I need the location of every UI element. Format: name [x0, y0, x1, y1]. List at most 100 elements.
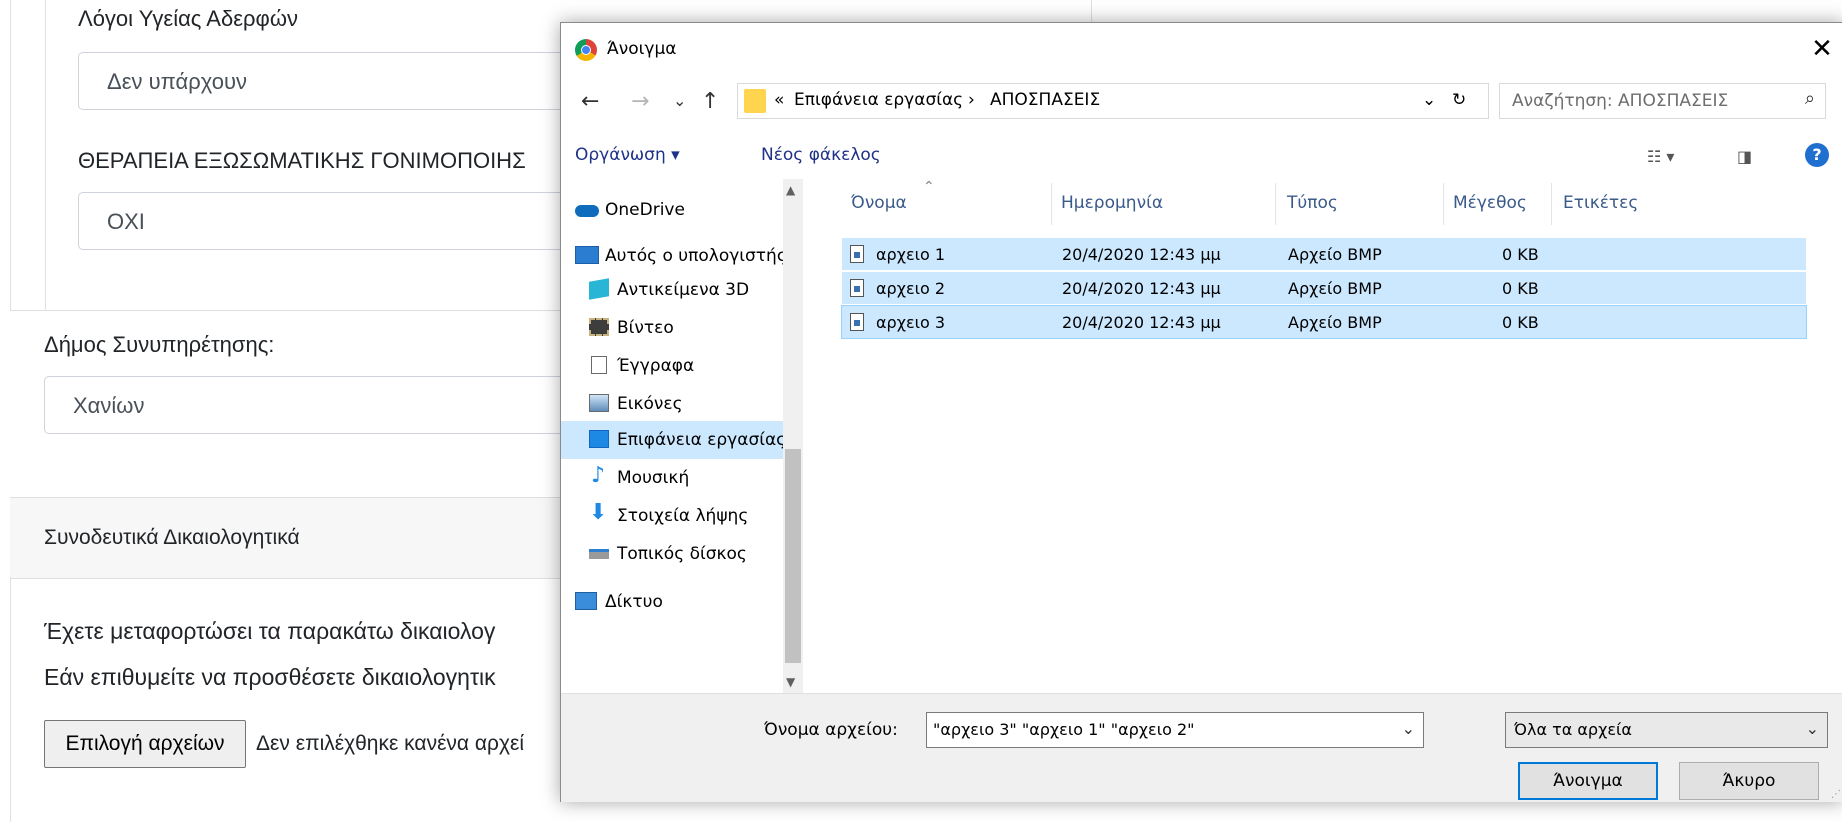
bmp-file-icon	[850, 313, 864, 331]
music-icon: ♪	[591, 463, 606, 488]
dialog-titlebar[interactable]: Άνοιγμα ✕	[561, 23, 1842, 75]
file-open-dialog: Άνοιγμα ✕ ← → ⌄ ↑ « Επιφάνεια εργασίας ›…	[560, 22, 1842, 802]
file-name: αρχειο 1	[876, 245, 946, 264]
cancel-button[interactable]: Άκυρο	[1679, 762, 1819, 800]
file-list: ⌃ Όνομα Ημερομηνία Τύπος Μέγεθος Ετικέτε…	[803, 179, 1842, 693]
scroll-up-icon[interactable]: ▲	[786, 183, 795, 197]
up-arrow-icon[interactable]: ↑	[701, 89, 719, 114]
folder-icon	[744, 89, 766, 113]
ivf-label: ΘΕΡΑΠΕΙΑ ΕΞΩΣΩΜΑΤΙΚΗΣ ΓΟΝΙΜΟΠΟΙΗΣ	[78, 148, 526, 173]
column-header-tags[interactable]: Ετικέτες	[1563, 193, 1638, 213]
preview-pane-icon[interactable]: ◨	[1737, 147, 1752, 166]
tree-item-label: Έγγραφα	[617, 356, 695, 376]
tree-item-local-disk[interactable]: Τοπικός δίσκος	[561, 535, 783, 573]
download-icon: ⬇	[589, 500, 608, 525]
chrome-icon	[575, 39, 597, 61]
scrollbar-thumb[interactable]	[785, 449, 801, 663]
file-row[interactable]: αρχειο 2 20/4/2020 12:43 μμ Αρχείο BMP 0…	[841, 271, 1807, 305]
file-type: Αρχείο BMP	[1288, 313, 1382, 332]
tree-item-3d-objects[interactable]: Αντικείμενα 3D	[561, 271, 783, 309]
address-dropdown-icon[interactable]: ⌄	[1422, 90, 1436, 110]
column-separator	[1275, 183, 1276, 225]
tree-item-label: Εικόνες	[617, 394, 683, 414]
search-icon[interactable]: ⌕	[1805, 88, 1815, 109]
filename-value: "αρχειο 3" "αρχειο 1" "αρχειο 2"	[933, 720, 1195, 739]
file-row[interactable]: αρχειο 1 20/4/2020 12:43 μμ Αρχείο BMP 0…	[841, 237, 1807, 271]
recent-locations-icon[interactable]: ⌄	[673, 91, 686, 110]
dialog-toolbar: Οργάνωση ▾ Νέος φάκελος ☷ ▾ ◨ ?	[561, 133, 1842, 179]
resize-grip-icon[interactable]: ⋰	[1831, 789, 1841, 800]
municipality-label: Δήμος Συνυπηρέτησης:	[44, 332, 275, 357]
tree-item-pictures[interactable]: Εικόνες	[561, 385, 783, 423]
filename-input[interactable]: "αρχειο 3" "αρχειο 1" "αρχειο 2" ⌄	[926, 712, 1424, 748]
column-header-type[interactable]: Τύπος	[1287, 193, 1338, 213]
breadcrumb-aposp[interactable]: ΑΠΟΣΠΑΣΕΙΣ	[990, 90, 1100, 110]
computer-icon	[575, 246, 599, 264]
film-icon	[589, 318, 609, 336]
view-options-icon[interactable]: ☷ ▾	[1647, 147, 1674, 166]
file-size: 0 KB	[1502, 313, 1539, 332]
sort-indicator-icon: ⌃	[923, 179, 935, 195]
add-documents-text: Εάν επιθυμείτε να προσθέσετε δικαιολογητ…	[44, 664, 496, 690]
refresh-icon[interactable]: ↻	[1452, 90, 1466, 110]
disk-icon	[589, 549, 609, 559]
tree-item-documents[interactable]: Έγγραφα	[561, 347, 783, 385]
filename-label: Όνομα αρχείου:	[764, 720, 898, 740]
tree-item-label: OneDrive	[605, 200, 685, 220]
dialog-footer: Όνομα αρχείου: "αρχειο 3" "αρχειο 1" "αρ…	[561, 693, 1842, 802]
bmp-file-icon	[850, 245, 864, 263]
chevron-down-icon[interactable]: ⌄	[1806, 719, 1819, 738]
cube-icon	[589, 278, 609, 300]
file-size: 0 KB	[1502, 279, 1539, 298]
tree-item-label: Αντικείμενα 3D	[617, 280, 750, 300]
cloud-icon	[575, 205, 599, 217]
tree-item-this-pc[interactable]: Αυτός ο υπολογιστής	[561, 237, 783, 275]
back-arrow-icon[interactable]: ←	[581, 89, 599, 114]
no-file-chosen-text: Δεν επιλέχθηκε κανένα αρχεί	[256, 732, 525, 755]
chevron-down-icon[interactable]: ⌄	[1402, 719, 1415, 738]
address-overflow[interactable]: «	[774, 90, 784, 110]
file-type-select[interactable]: Όλα τα αρχεία ⌄	[1505, 712, 1828, 748]
file-size: 0 KB	[1502, 245, 1539, 264]
file-type-value: Όλα τα αρχεία	[1514, 720, 1632, 739]
tree-item-music[interactable]: ♪ Μουσική	[561, 459, 783, 497]
search-placeholder: Αναζήτηση: ΑΠΟΣΠΑΣΕΙΣ	[1512, 91, 1729, 111]
tree-item-onedrive[interactable]: OneDrive	[561, 191, 783, 229]
choose-files-button[interactable]: Επιλογή αρχείων	[44, 720, 246, 768]
tree-item-label: Στοιχεία λήψης	[617, 506, 749, 526]
navigation-pane-scrollbar[interactable]: ▲ ▼	[783, 179, 803, 693]
tree-item-desktop[interactable]: Επιφάνεια εργασίας	[561, 421, 783, 459]
column-header-name[interactable]: Όνομα	[851, 193, 907, 213]
dialog-title: Άνοιγμα	[607, 39, 677, 59]
open-button[interactable]: Άνοιγμα	[1518, 762, 1658, 800]
search-box[interactable]: Αναζήτηση: ΑΠΟΣΠΑΣΕΙΣ ⌕	[1499, 83, 1826, 119]
tree-item-downloads[interactable]: ⬇ Στοιχεία λήψης	[561, 497, 783, 535]
navigation-pane: OneDrive Αυτός ο υπολογιστής Αντικείμενα…	[561, 179, 783, 693]
organize-menu[interactable]: Οργάνωση ▾	[575, 145, 680, 165]
tree-item-label: Επιφάνεια εργασίας	[617, 430, 783, 450]
address-bar[interactable]: « Επιφάνεια εργασίας › ΑΠΟΣΠΑΣΕΙΣ ⌄ ↻	[737, 83, 1489, 119]
forward-arrow-icon[interactable]: →	[631, 89, 649, 114]
scroll-down-icon[interactable]: ▼	[786, 675, 795, 689]
file-name: αρχειο 3	[876, 313, 946, 332]
help-icon[interactable]: ?	[1805, 143, 1829, 167]
column-separator	[1551, 183, 1552, 225]
uploaded-text: Έχετε μεταφορτώσει τα παρακάτω δικαιολογ	[44, 618, 496, 644]
new-folder-button[interactable]: Νέος φάκελος	[761, 145, 881, 165]
divider	[10, 577, 11, 822]
tree-item-network[interactable]: Δίκτυο	[561, 583, 783, 621]
breadcrumb-desktop[interactable]: Επιφάνεια εργασίας	[794, 90, 963, 110]
tree-item-label: Αυτός ο υπολογιστής	[605, 246, 783, 266]
breadcrumb-separator: ›	[968, 90, 975, 110]
file-date: 20/4/2020 12:43 μμ	[1062, 279, 1221, 298]
column-header-date[interactable]: Ημερομηνία	[1061, 193, 1163, 213]
file-row[interactable]: αρχειο 3 20/4/2020 12:43 μμ Αρχείο BMP 0…	[841, 305, 1807, 339]
tree-item-label: Βίντεο	[617, 318, 674, 338]
tree-item-label: Μουσική	[617, 468, 690, 488]
column-header-size[interactable]: Μέγεθος	[1453, 193, 1527, 213]
siblings-health-label: Λόγοι Υγείας Αδερφών	[78, 6, 298, 31]
close-icon[interactable]: ✕	[1801, 29, 1842, 69]
column-separator	[1443, 183, 1444, 225]
network-icon	[575, 592, 597, 610]
tree-item-videos[interactable]: Βίντεο	[561, 309, 783, 347]
